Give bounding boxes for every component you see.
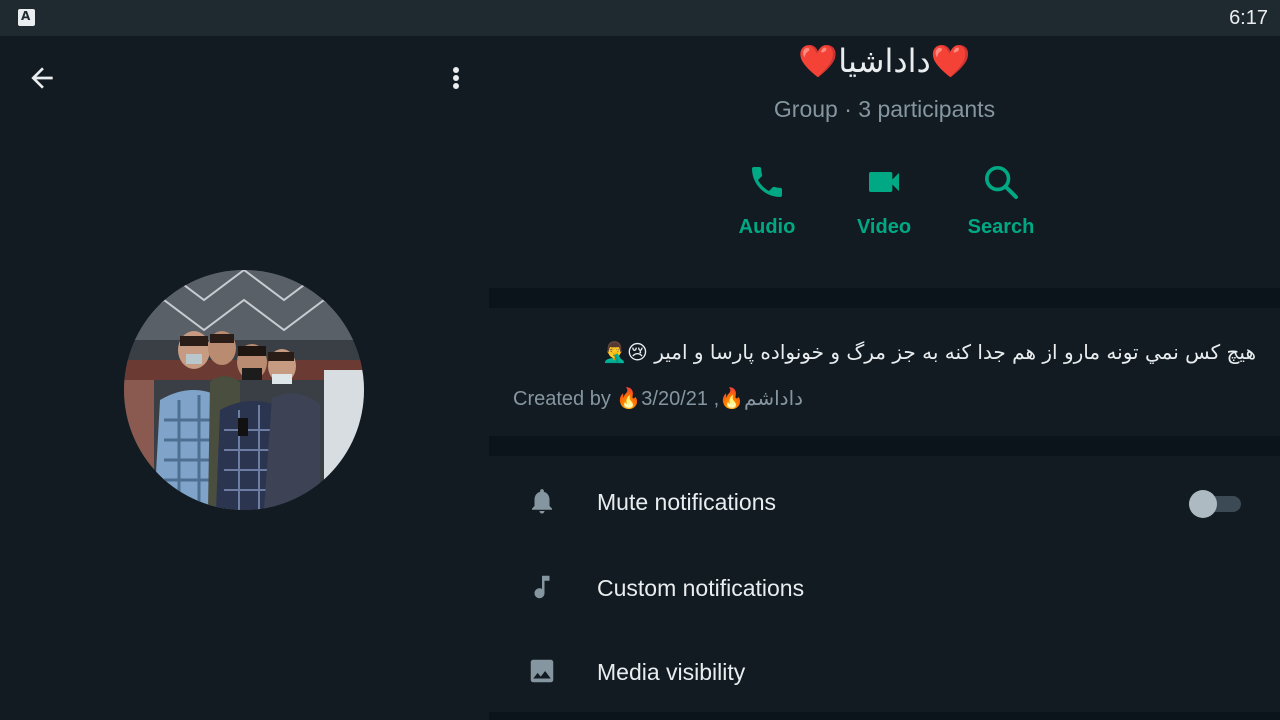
group-participants-count: Group · 3 participants bbox=[773, 96, 996, 122]
mute-notifications-label: Mute notifications bbox=[597, 489, 776, 515]
image-icon bbox=[530, 659, 554, 683]
section-divider bbox=[489, 712, 1280, 720]
media-visibility-label: Media visibility bbox=[597, 659, 746, 685]
search-button[interactable]: Search bbox=[946, 156, 1056, 266]
group-description[interactable]: هيچ كس نمي تونه مارو از هم جدا كنه به جز… bbox=[489, 308, 1280, 436]
status-time: 6:17 bbox=[1229, 7, 1268, 29]
search-label: Search bbox=[967, 216, 1035, 238]
custom-notifications-label: Custom notifications bbox=[597, 575, 805, 601]
custom-notifications-row[interactable]: Custom notifications bbox=[489, 544, 1280, 628]
more-vert-icon bbox=[453, 67, 459, 89]
back-button[interactable] bbox=[26, 62, 58, 94]
profile-panel bbox=[0, 36, 489, 720]
action-bar: Audio Video Search bbox=[489, 156, 1280, 266]
media-visibility-row[interactable]: Media visibility bbox=[489, 628, 1280, 712]
mute-notifications-row[interactable]: Mute notifications bbox=[489, 458, 1280, 542]
toggle-thumb bbox=[1189, 490, 1217, 518]
bell-icon bbox=[532, 489, 552, 514]
status-bar: 6:17 bbox=[0, 0, 1280, 36]
video-camera-icon bbox=[869, 172, 899, 192]
more-options-button[interactable] bbox=[442, 62, 470, 94]
group-avatar[interactable] bbox=[124, 270, 364, 510]
mute-notifications-toggle[interactable] bbox=[1189, 490, 1241, 518]
music-note-icon bbox=[534, 575, 550, 599]
description-text: هيچ كس نمي تونه مارو از هم جدا كنه به جز… bbox=[602, 340, 1256, 364]
audio-call-button[interactable]: Audio bbox=[712, 156, 822, 266]
section-divider bbox=[489, 288, 1280, 308]
group-info-panel: ❤️داداشیا❤️ Group · 3 participants Audio… bbox=[489, 36, 1280, 720]
arrow-left-icon bbox=[31, 67, 53, 89]
phone-icon bbox=[752, 167, 782, 197]
app-notification-icon bbox=[18, 9, 35, 26]
video-call-button[interactable]: Video bbox=[829, 156, 939, 266]
group-photo bbox=[124, 270, 364, 510]
search-icon bbox=[985, 166, 1018, 199]
audio-label: Audio bbox=[738, 216, 796, 238]
created-by-text: Created by 🔥داداشم🔥, 3/20/21 bbox=[513, 388, 804, 410]
video-label: Video bbox=[856, 216, 912, 238]
section-divider bbox=[489, 436, 1280, 456]
group-name: ❤️داداشیا❤️ bbox=[798, 42, 971, 80]
